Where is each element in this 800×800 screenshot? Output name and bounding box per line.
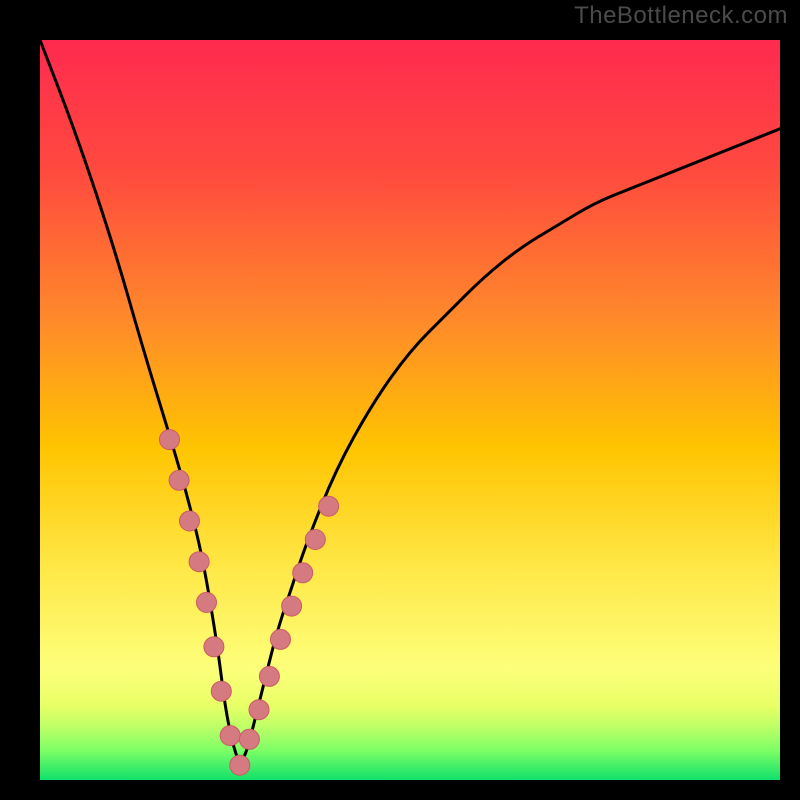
highlight-dots <box>160 430 339 776</box>
highlight-dot <box>305 530 325 550</box>
highlight-dot <box>220 726 240 746</box>
highlight-dot <box>169 470 189 490</box>
highlight-dot <box>259 666 279 686</box>
highlight-dot <box>160 430 180 450</box>
highlight-dot <box>211 681 231 701</box>
bottleneck-chart <box>40 40 780 780</box>
curve-line <box>40 40 780 761</box>
watermark-text: TheBottleneck.com <box>574 2 788 30</box>
highlight-dot <box>293 563 313 583</box>
highlight-dot <box>180 511 200 531</box>
highlight-dot <box>239 729 259 749</box>
highlight-dot <box>282 596 302 616</box>
highlight-dot <box>249 700 269 720</box>
highlight-dot <box>319 496 339 516</box>
highlight-dot <box>204 637 224 657</box>
highlight-dot <box>189 552 209 572</box>
highlight-dot <box>271 629 291 649</box>
highlight-dot <box>197 592 217 612</box>
highlight-dot <box>230 755 250 775</box>
plot-area <box>40 40 780 780</box>
outer-frame: TheBottleneck.com <box>0 0 800 800</box>
